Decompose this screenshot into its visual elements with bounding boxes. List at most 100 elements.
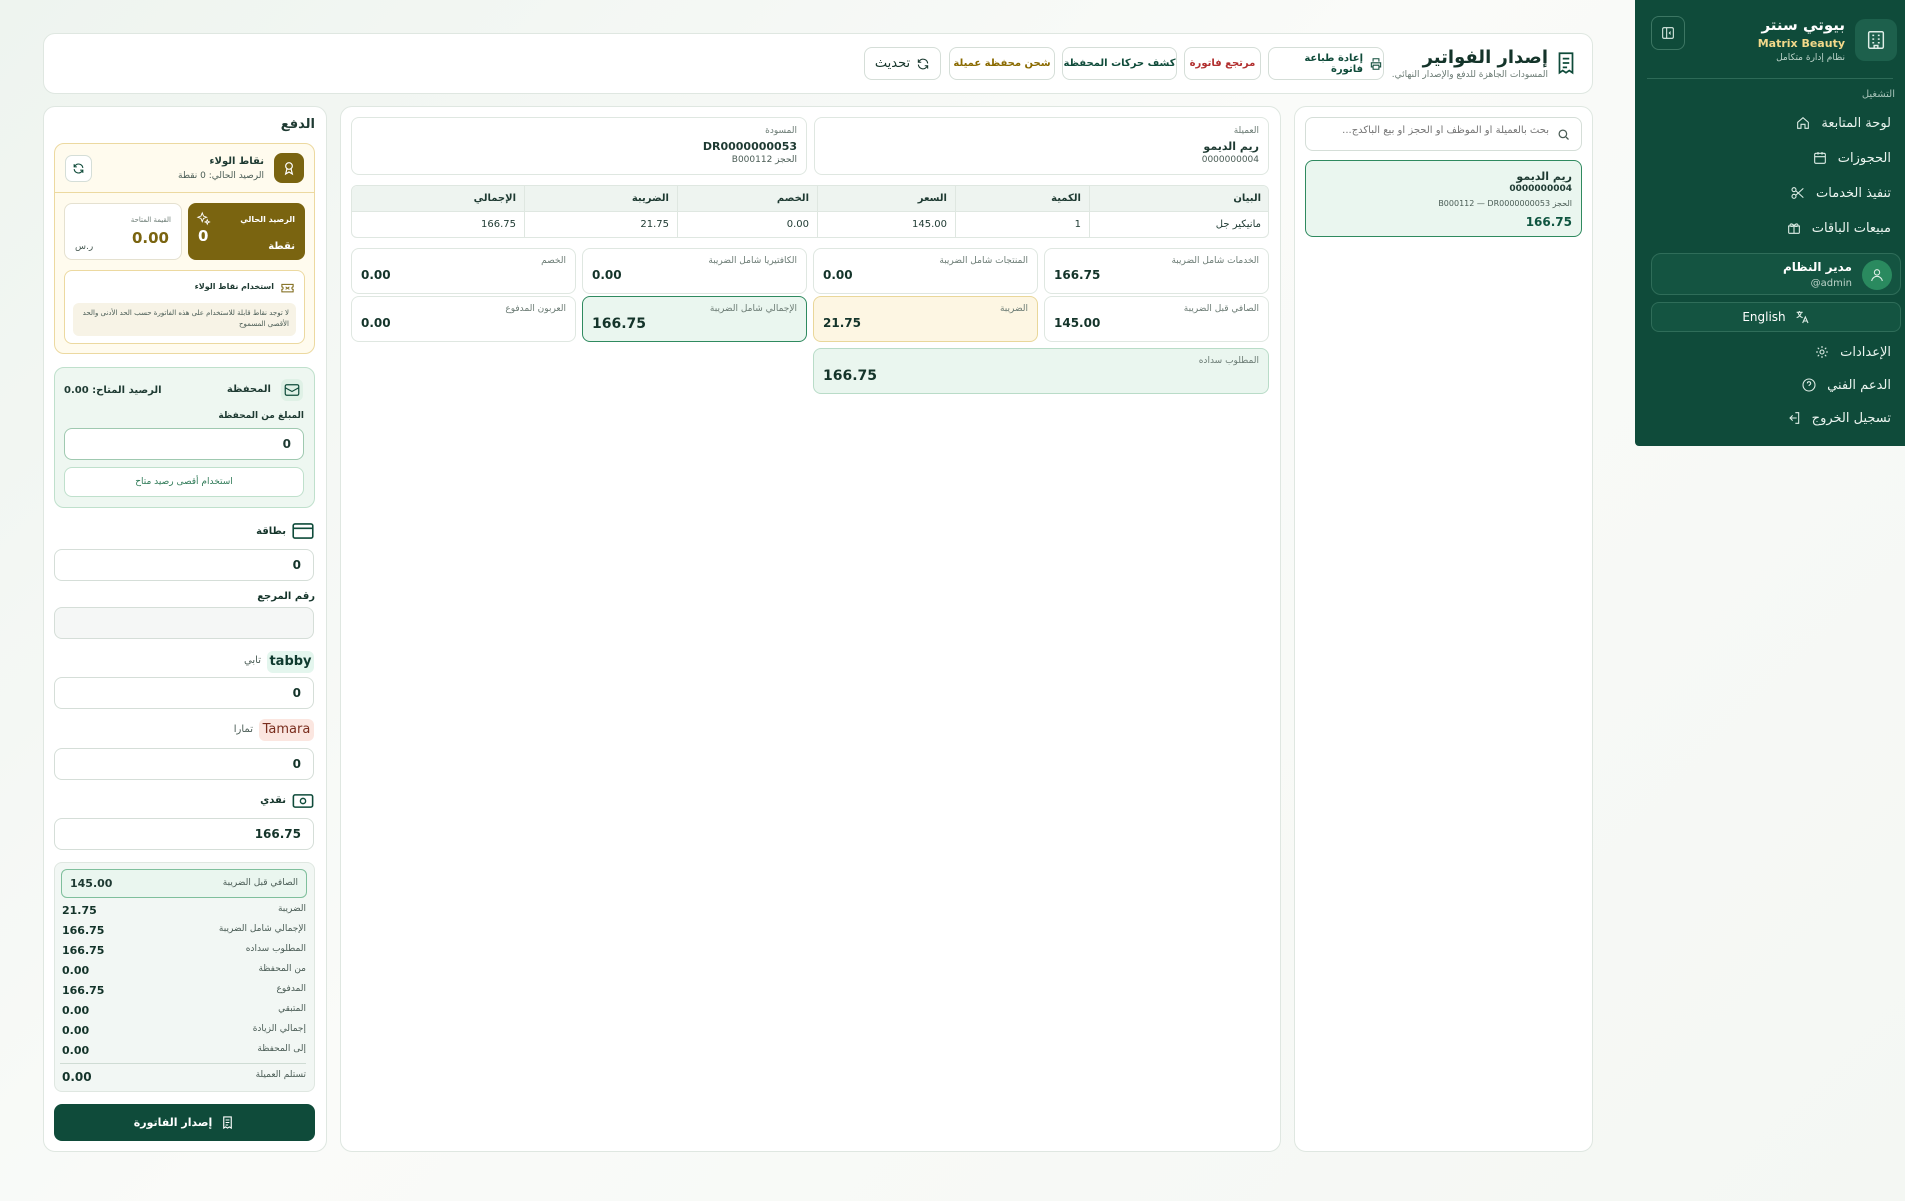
- sidebar-item-bookings[interactable]: الحجوزات: [1635, 141, 1905, 175]
- refund-invoice-button[interactable]: مرتجع فاتورة: [1184, 47, 1261, 80]
- reference-input[interactable]: [54, 607, 314, 639]
- summary-row: الضريبة 21.75: [62, 904, 306, 917]
- cell: 21.75: [640, 219, 669, 230]
- tabby-label: تابي: [244, 655, 261, 666]
- sidebar-item-label: تنفيذ الخدمات: [1816, 185, 1891, 201]
- summary-row: إلى المحفظة 0.00: [62, 1044, 306, 1057]
- total-net-before-tax: الصافي قبل الضريبة 145.00: [1044, 296, 1269, 342]
- collapse-sidebar-button[interactable]: [1651, 16, 1685, 50]
- sidebar-item-logout[interactable]: تسجيل الخروج: [1635, 401, 1905, 435]
- sidebar-item-support[interactable]: الدعم الفني: [1635, 368, 1905, 402]
- cell: 145.00: [912, 219, 947, 230]
- tamara-label: تمارا: [233, 724, 253, 735]
- wallet-title: المحفظة: [226, 384, 271, 395]
- help-circle-icon: [1802, 378, 1816, 392]
- client-phone: 0000000004: [1201, 155, 1259, 165]
- search-icon: [1558, 129, 1569, 140]
- use-max-wallet-button[interactable]: استخدام أقصى رصيد متاح: [64, 467, 304, 497]
- loyalty-refresh-button[interactable]: [65, 155, 92, 182]
- loyalty-badge: [274, 153, 304, 183]
- translate-icon: [1796, 311, 1809, 324]
- total-incl-tax: الإجمالي شامل الضريبة 166.75: [582, 296, 807, 342]
- section-label: التشغيل: [1861, 89, 1895, 100]
- issue-invoice-label: إصدار الفاتورة: [133, 1116, 213, 1129]
- booking-ref: الحجز B000112: [731, 155, 797, 165]
- refresh-button[interactable]: تحديث: [864, 47, 941, 80]
- brand-title: بيوتي سنتر: [1761, 16, 1845, 34]
- use-loyalty-title: استخدام نقاط الولاء: [194, 282, 274, 291]
- col-header: الخصم: [776, 193, 809, 204]
- tamara-amount-input[interactable]: 0: [54, 748, 314, 780]
- tabby-logo: tabby: [267, 651, 314, 673]
- sidebar-item-label: تسجيل الخروج: [1811, 410, 1891, 426]
- page-title: إصدار الفواتير: [1422, 47, 1548, 68]
- total-tax: الضريبة 21.75: [813, 296, 1038, 342]
- wallet-statement-button[interactable]: كشف حركات المحفظة: [1062, 47, 1177, 80]
- total-discount: الخصم 0.00: [351, 248, 576, 294]
- wallet-available: الرصيد المتاح: 0.00: [64, 385, 162, 396]
- cell: 1: [1074, 219, 1081, 230]
- col-header: البيان: [1233, 193, 1261, 204]
- cell: 166.75: [481, 219, 516, 230]
- invoice-icon: [1553, 50, 1579, 76]
- button-label: مرتجع فاتورة: [1189, 58, 1256, 69]
- brand-subtitle: Matrix Beauty: [1757, 37, 1845, 50]
- gear-icon: [1816, 346, 1829, 358]
- avatar: [1862, 260, 1892, 290]
- draft-info-card: المسودة DR0000000053 الحجز B000112: [351, 117, 807, 175]
- tamara-logo: Tamara: [259, 719, 314, 741]
- draft-list-item[interactable]: ريم الديمو 0000000004 الحجز B000112 — DR…: [1305, 160, 1582, 237]
- panel-toggle-icon: [1662, 27, 1674, 39]
- sidebar-item-dashboard[interactable]: لوحة المتابعة: [1635, 106, 1905, 140]
- draft-client: ريم الديمو: [1516, 170, 1572, 183]
- cell: 0.00: [786, 219, 809, 230]
- card-amount-input[interactable]: 0: [54, 549, 314, 581]
- cash-label: نقدي: [260, 795, 286, 806]
- page-subtitle: المسودات الجاهزة للدفع والإصدار النهائي.: [1391, 70, 1548, 80]
- logout-icon: [1788, 412, 1799, 424]
- brand-tagline: نظام إدارة متكامل: [1776, 53, 1845, 63]
- button-label: كشف حركات المحفظة: [1063, 58, 1176, 69]
- summary-client-receives: تستلم العميلة 0.00: [62, 1070, 306, 1084]
- draft-ref: الحجز B000112 — DR0000000053: [1438, 199, 1572, 208]
- col-header: الإجمالي: [473, 193, 516, 204]
- draft-amount: 166.75: [1525, 215, 1572, 229]
- user-handle: @admin: [1810, 278, 1852, 289]
- sidebar-item-services[interactable]: تنفيذ الخدمات: [1635, 176, 1905, 210]
- loyalty-balance-unit: نقطة: [268, 241, 295, 252]
- sidebar-item-settings[interactable]: الإعدادات: [1635, 335, 1905, 369]
- wallet-topup-button[interactable]: شحن محفظة عميلة: [949, 47, 1055, 80]
- loyalty-title: نقاط الولاء: [209, 156, 264, 167]
- summary-row: المتبقي 0.00: [62, 1004, 306, 1017]
- use-loyalty-box: استخدام نقاط الولاء لا توجد نقاط قابلة ل…: [64, 270, 305, 344]
- language-button[interactable]: English: [1651, 302, 1901, 332]
- gift-icon: [1787, 223, 1800, 234]
- wallet-amount-label: المبلغ من المحفظة: [218, 411, 304, 421]
- credit-card-icon: [292, 523, 314, 539]
- summary-net-before-tax: الصافي قبل الضريبة 145.00: [61, 869, 307, 898]
- sidebar-item-packages[interactable]: مبيعات الباقات: [1635, 211, 1905, 245]
- wallet-icon-box: [281, 379, 303, 401]
- available-value-label: القيمة المتاحة: [130, 216, 171, 224]
- client-name: ريم الديمو: [1203, 140, 1259, 153]
- search-input[interactable]: [1314, 125, 1549, 136]
- button-label: إعادة طباعة فاتورة: [1304, 52, 1364, 75]
- reference-label: رقم المرجع: [257, 591, 315, 602]
- total-deposit-paid: العربون المدفوع 0.00: [351, 296, 576, 342]
- draft-phone: 0000000004: [1509, 184, 1572, 194]
- col-header: الضريبة: [631, 193, 669, 204]
- button-label: تحديث: [874, 56, 911, 71]
- building-icon: [1867, 31, 1885, 49]
- user-card[interactable]: مدير النظام @admin: [1651, 253, 1901, 295]
- loyalty-balance-tile: الرصيد الحالي 0 نقطة: [188, 203, 305, 260]
- divider: [1647, 78, 1893, 79]
- search-box[interactable]: [1305, 117, 1582, 151]
- reprint-invoice-button[interactable]: إعادة طباعة فاتورة: [1268, 47, 1384, 80]
- ticket-icon: [281, 283, 294, 293]
- brand-logo: [1855, 19, 1897, 61]
- issue-invoice-button[interactable]: إصدار الفاتورة: [54, 1104, 315, 1141]
- tabby-amount-input[interactable]: 0: [54, 677, 314, 709]
- wallet-amount-input[interactable]: 0: [64, 428, 304, 460]
- cash-amount-input[interactable]: 166.75: [54, 818, 314, 850]
- sidebar-item-label: الإعدادات: [1840, 344, 1891, 360]
